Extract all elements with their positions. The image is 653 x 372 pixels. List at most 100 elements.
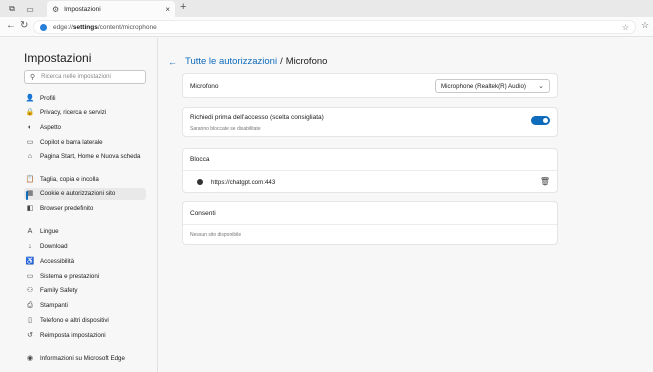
sidebar-icon: ▭	[26, 139, 34, 146]
home-icon: ⌂	[27, 153, 33, 160]
sidebar-item-label: Download	[40, 243, 68, 250]
tab-actions-icon[interactable]: ▭	[23, 2, 37, 16]
allow-empty-message: Nessun sito disponibile	[190, 232, 242, 238]
tab-strip: ⧉ ▭ ⚙ Impostazioni × +	[0, 0, 653, 17]
ask-before-access-toggle[interactable]	[531, 116, 550, 125]
address-bar[interactable]: edge://settings/content/microphone ☆	[33, 20, 636, 34]
back-arrow-icon[interactable]: ←	[168, 57, 177, 67]
printer-icon: ⎙	[27, 302, 33, 309]
block-label: Blocca	[190, 156, 210, 163]
toolbar: ← ↻ edge://settings/content/microphone ☆…	[0, 17, 653, 37]
sidebar-item-download[interactable]: ↓ Download	[24, 241, 146, 253]
phone-icon: ▯	[28, 317, 32, 324]
breadcrumb: ← Tutte le autorizzazioni / Microfono	[168, 56, 327, 67]
browser-icon: ◧	[26, 205, 34, 212]
ask-before-access-card: Richiedi prima dell'accesso (scelta cons…	[182, 107, 558, 137]
sidebar-item-profili[interactable]: 👤 Profili	[24, 93, 146, 105]
sidebar-item-label: Pagina Start, Home e Nuova scheda	[40, 153, 141, 160]
url-host: settings	[72, 23, 98, 31]
page-title: Microfono	[285, 56, 328, 67]
sidebar-item-label: Informazioni su Microsoft Edge	[40, 355, 125, 362]
sidebar-item-reimposta[interactable]: ↺ Reimposta impostazioni	[24, 330, 146, 342]
sidebar-title: Impostazioni	[24, 51, 92, 65]
microphone-select-value: Microphone (Realtek(R) Audio)	[441, 82, 526, 90]
cookie-icon: ▦	[26, 190, 34, 197]
chevron-down-icon: ⌄	[538, 83, 544, 90]
blocked-site-url[interactable]: https://chatgpt.com:443	[211, 179, 275, 186]
system-icon: ▭	[26, 273, 34, 280]
search-placeholder: Ricerca nelle impostazioni	[41, 74, 111, 80]
sidebar-item-aspetto[interactable]: ◐ Aspetto	[24, 122, 146, 134]
favorite-icon[interactable]: ☆	[622, 23, 629, 32]
sidebar-item-label: Taglia, copia e incolla	[40, 176, 99, 183]
sidebar-item-label: Cookie e autorizzazioni sito	[40, 190, 116, 197]
sidebar-item-telefono[interactable]: ▯ Telefono e altri dispositivi	[24, 315, 146, 327]
back-icon[interactable]: ←	[6, 20, 16, 31]
sidebar-item-start-home[interactable]: ⌂ Pagina Start, Home e Nuova scheda	[24, 151, 146, 163]
sidebar-item-copilot[interactable]: ▭ Copilot e barra laterale	[24, 137, 146, 149]
main-content: ← Tutte le autorizzazioni / Microfono Mi…	[159, 38, 653, 372]
refresh-icon[interactable]: ↻	[20, 20, 28, 31]
sidebar-item-label: Telefono e altri dispositivi	[40, 317, 109, 324]
breadcrumb-link-all-permissions[interactable]: Tutte le autorizzazioni	[185, 56, 277, 67]
sidebar-item-label: Reimposta impostazioni	[40, 332, 106, 339]
microphone-device-card: Microfono Microphone (Realtek(R) Audio) …	[182, 73, 558, 98]
gear-icon: ⚙	[52, 4, 60, 14]
breadcrumb-separator: /	[280, 56, 283, 67]
edge-icon: ◉	[26, 355, 34, 362]
tab-title: Impostazioni	[64, 5, 101, 13]
sidebar-item-label: Profili	[40, 95, 56, 102]
search-icon: ⚲	[30, 74, 36, 81]
sidebar-item-label: Accessibilità	[40, 258, 75, 265]
sidebar-item-label: Browser predefinito	[40, 205, 94, 212]
divider	[183, 224, 557, 225]
toggle-knob	[543, 118, 548, 123]
language-icon: A	[27, 228, 33, 235]
lock-icon: 🔒	[25, 109, 35, 116]
clipboard-icon: 📋	[25, 176, 35, 183]
family-icon: ⚇	[26, 287, 34, 294]
sidebar-item-privacy[interactable]: 🔒 Privacy, ricerca e servizi	[24, 107, 146, 119]
edge-icon	[40, 23, 47, 31]
search-input[interactable]: ⚲ Ricerca nelle impostazioni	[24, 70, 146, 84]
url-prefix: edge://	[53, 23, 73, 31]
sidebar-item-lingue[interactable]: A Lingue	[24, 226, 146, 238]
allow-label: Consenti	[190, 210, 216, 217]
tab-settings[interactable]: ⚙ Impostazioni ×	[47, 1, 175, 17]
accessibility-icon: ♿	[25, 258, 35, 265]
divider	[183, 170, 557, 171]
microphone-label: Microfono	[190, 83, 219, 90]
download-icon: ↓	[28, 243, 32, 250]
sidebar-item-stampanti[interactable]: ⎙ Stampanti	[24, 300, 146, 312]
palette-icon: ◐	[27, 124, 33, 131]
block-card: Blocca https://chatgpt.com:443 🗑	[182, 148, 558, 193]
sidebar-item-informazioni[interactable]: ◉ Informazioni su Microsoft Edge	[24, 353, 146, 365]
sidebar-item-label: Stampanti	[40, 302, 68, 309]
ask-before-access-label: Richiedi prima dell'accesso (scelta cons…	[190, 114, 324, 121]
workspaces-icon[interactable]: ⧉	[5, 2, 19, 16]
sidebar-item-taglia-copia[interactable]: 📋 Taglia, copia e incolla	[24, 174, 146, 186]
sidebar-item-label: Privacy, ricerca e servizi	[40, 109, 107, 116]
sidebar-item-label: Lingue	[40, 228, 59, 235]
new-tab-button[interactable]: +	[180, 1, 186, 13]
sidebar-item-label: Sistema e prestazioni	[40, 273, 100, 280]
allow-card: Consenti Nessun sito disponibile	[182, 201, 558, 245]
microphone-select[interactable]: Microphone (Realtek(R) Audio) ⌄	[435, 79, 550, 93]
sidebar-item-label: Aspetto	[40, 124, 61, 131]
sidebar-item-label: Copilot e barra laterale	[40, 139, 103, 146]
sidebar-item-sistema[interactable]: ▭ Sistema e prestazioni	[24, 271, 146, 283]
favorites-icon[interactable]: ☆	[641, 20, 649, 31]
sidebar-item-family-safety[interactable]: ⚇ Family Safety	[24, 285, 146, 297]
ask-before-access-description: Saranno bloccate se disabilitate	[190, 126, 261, 132]
delete-icon[interactable]: 🗑	[540, 177, 550, 186]
sidebar-item-browser-predefinito[interactable]: ◧ Browser predefinito	[24, 203, 146, 215]
close-icon[interactable]: ×	[165, 5, 170, 14]
profile-icon: 👤	[25, 95, 35, 102]
url-path: /content/microphone	[97, 23, 157, 31]
sidebar-item-cookie[interactable]: ▦ Cookie e autorizzazioni sito	[24, 188, 146, 200]
sidebar: Impostazioni ⚲ Ricerca nelle impostazion…	[0, 38, 158, 372]
sidebar-item-label: Family Safety	[40, 287, 78, 294]
sidebar-item-accessibilita[interactable]: ♿ Accessibilità	[24, 256, 146, 268]
reset-icon: ↺	[27, 332, 33, 339]
site-icon	[197, 179, 203, 185]
